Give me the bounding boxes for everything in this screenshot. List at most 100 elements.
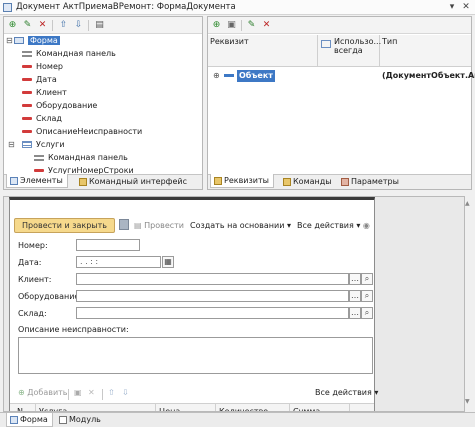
move-up-icon[interactable]: ⇧ (58, 20, 69, 31)
tree-item[interactable]: Клиент (22, 87, 67, 99)
equipment-label: Оборудование: (18, 292, 83, 301)
tree-item-form[interactable]: Форма (14, 35, 60, 47)
number-input[interactable] (76, 239, 140, 251)
tab-parameters[interactable]: Параметры (338, 175, 403, 189)
copy-icon[interactable]: ▣ (226, 20, 237, 31)
edit-icon[interactable]: ✎ (22, 20, 33, 31)
all-actions-button[interactable]: Все действия ▾ ◉ (297, 219, 370, 232)
save-icon[interactable] (119, 219, 129, 230)
tab-attributes[interactable]: Реквизиты (210, 174, 274, 188)
search-icon[interactable]: ⌕ (361, 290, 373, 302)
column-price[interactable]: Цена (156, 404, 216, 411)
warehouse-label: Склад: (18, 309, 47, 318)
elements-tabs: Элементы Командный интерфейс (4, 174, 202, 189)
create-based-on-button[interactable]: Создать на основании ▾ (190, 219, 291, 232)
delete-icon[interactable]: ✕ (37, 20, 48, 31)
scroll-down-icon[interactable]: ▼ (465, 398, 470, 405)
tree-item[interactable]: Дата (22, 74, 57, 86)
tree-item[interactable]: ОписаниеНеисправности (22, 126, 142, 138)
tree-item[interactable]: Склад (22, 113, 62, 125)
object-icon (224, 74, 234, 77)
copy-row-icon[interactable]: ▣ (74, 386, 82, 399)
description-label: Описание неисправности: (18, 325, 129, 334)
table-icon (22, 141, 32, 148)
field-icon (22, 91, 32, 94)
calendar-icon[interactable]: ▦ (162, 256, 174, 268)
equipment-input[interactable] (76, 290, 349, 302)
choose-button[interactable]: … (349, 273, 361, 285)
dropdown-arrow-icon: ▾ (286, 221, 291, 230)
add-icon[interactable]: ⊕ (7, 20, 18, 31)
attributes-tabs: Реквизиты Команды Параметры (208, 174, 471, 189)
tab-commands[interactable]: Команды (280, 175, 336, 189)
field-icon (22, 117, 32, 120)
module-icon (59, 416, 67, 424)
tab-module[interactable]: Модуль (56, 413, 105, 427)
vertical-scrollbar[interactable]: ▲ ▼ (465, 200, 473, 405)
attributes-toolbar: ⊕ ▣ ✎ ✕ (208, 17, 471, 34)
tree-item[interactable]: Номер (22, 61, 63, 73)
column-n[interactable]: N (14, 404, 36, 411)
tree-item[interactable]: Командная панель (22, 48, 116, 60)
move-down-icon[interactable]: ⇩ (73, 20, 84, 31)
table-icon (321, 40, 331, 48)
attributes-grid-header: Реквизит Использо... всегда Тип (208, 35, 471, 67)
post-button[interactable]: ▤ Провести (134, 219, 184, 232)
help-icon[interactable]: ◉ (363, 221, 370, 230)
date-input[interactable]: . . : : (76, 256, 161, 268)
choose-button[interactable]: … (349, 307, 361, 319)
field-icon (22, 130, 32, 133)
add-attribute-icon[interactable]: ⊕ (211, 20, 222, 31)
attributes-tab-icon (214, 177, 222, 185)
client-input[interactable] (76, 273, 349, 285)
search-icon[interactable]: ⌕ (361, 273, 373, 285)
window-title: Документ АктПриемаВРемонт: ФормаДокумент… (16, 2, 236, 12)
table-all-actions-button[interactable]: Все действия ▾ (315, 386, 378, 399)
field-icon (22, 65, 32, 68)
tab-command-interface[interactable]: Командный интерфейс (76, 175, 191, 189)
more-icon[interactable]: ▤ (94, 20, 105, 31)
tab-elements[interactable]: Элементы (6, 174, 68, 188)
attribute-row[interactable]: ⊕ Объект (ДокументОбъект.Акт (208, 69, 475, 83)
commands-tab-icon (283, 178, 291, 186)
elements-tab-icon (10, 177, 18, 185)
elements-toolbar: ⊕ ✎ ✕ ⇧ ⇩ ▤ (4, 17, 202, 34)
close-icon[interactable]: ✕ (460, 2, 472, 13)
tree-item[interactable]: Услуги (22, 139, 65, 151)
column-sum[interactable]: Сумма (290, 404, 350, 411)
dropdown-arrow-icon: ▾ (374, 388, 379, 397)
move-up-icon[interactable]: ⇧ (108, 386, 115, 399)
client-label: Клиент: (18, 275, 52, 284)
date-label: Дата: (18, 258, 42, 267)
field-icon (34, 169, 44, 172)
elements-panel: ⊕ ✎ ✕ ⇧ ⇩ ▤ ⊟ Форма Командная панель Ном… (3, 16, 203, 190)
form-icon (10, 416, 18, 424)
delete-row-icon[interactable]: ✕ (88, 386, 95, 399)
expand-icon[interactable]: ⊕ (213, 71, 220, 80)
collapse-icon[interactable]: ⊟ (8, 139, 15, 151)
post-and-close-button[interactable]: Провести и закрыть (14, 218, 115, 233)
choose-button[interactable]: … (349, 290, 361, 302)
description-textarea[interactable] (18, 337, 373, 374)
tab-form[interactable]: Форма (6, 413, 53, 427)
dropdown-arrow-icon: ▾ (356, 221, 361, 230)
command-bar-icon (34, 154, 44, 161)
column-quantity[interactable]: Количество (216, 404, 290, 411)
search-icon[interactable]: ⌕ (361, 307, 373, 319)
scroll-up-icon[interactable]: ▲ (465, 200, 470, 207)
column-service[interactable]: Услуга (36, 404, 156, 411)
delete-icon[interactable]: ✕ (261, 20, 272, 31)
editor-tabs: Форма Модуль (0, 412, 475, 427)
tree-item[interactable]: Оборудование (22, 100, 97, 112)
tree-item[interactable]: Командная панель (34, 152, 128, 164)
warehouse-input[interactable] (76, 307, 349, 319)
collapse-icon[interactable]: ⊟ (6, 35, 13, 47)
edit-icon[interactable]: ✎ (246, 20, 257, 31)
move-down-icon[interactable]: ⇩ (122, 386, 129, 399)
column-type[interactable]: Тип (380, 35, 471, 66)
pin-icon[interactable]: ▾ (446, 2, 458, 13)
add-row-button[interactable]: ⊕ Добавить (18, 386, 68, 399)
column-attribute[interactable]: Реквизит (208, 35, 318, 66)
column-always-used[interactable]: Использо... всегда (318, 35, 381, 66)
post-icon: ▤ (134, 221, 145, 230)
